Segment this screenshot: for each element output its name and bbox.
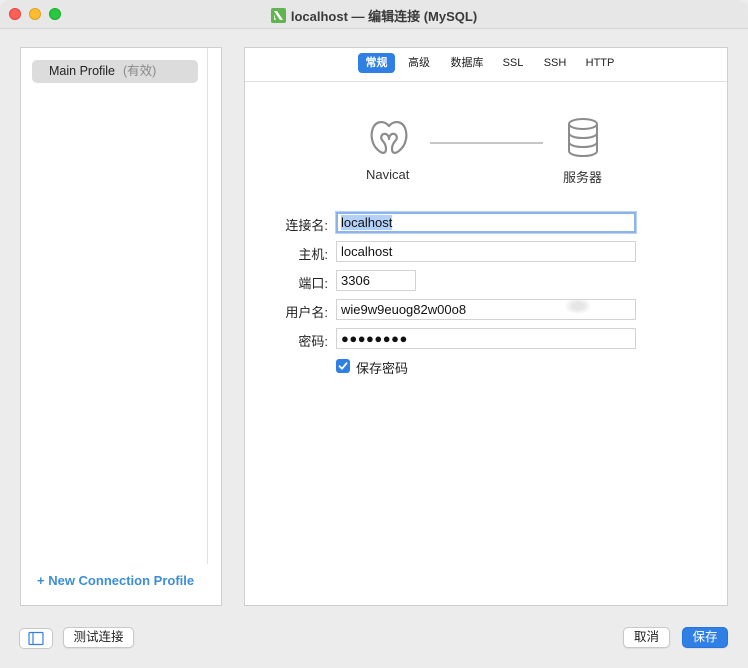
save-password-label: 保存密码 <box>356 361 409 376</box>
port-value: 3306 <box>341 273 370 288</box>
port-input[interactable]: 3306 <box>336 270 416 291</box>
sidebar-icon <box>28 631 44 646</box>
username-input[interactable]: wie9w9euog82w00o8 <box>336 299 636 320</box>
username-value: wie9w9euog82w00o8 <box>341 302 467 317</box>
navicat-app-icon <box>270 8 286 23</box>
tab-ssl[interactable]: SSL <box>498 53 528 73</box>
host-input[interactable]: localhost <box>336 241 636 262</box>
password-label: 密码: <box>298 334 328 349</box>
checkmark-icon <box>338 362 348 370</box>
window-title: localhost — 编辑连接 (MySQL) <box>290 9 478 24</box>
tab-advanced[interactable]: 高级 <box>402 53 436 73</box>
profile-item-main[interactable]: Main Profile (有效) <box>32 60 198 83</box>
connection-name-label: 连接名: <box>285 218 328 233</box>
toggle-sidebar-button[interactable] <box>19 628 53 649</box>
tab-general[interactable]: 常规 <box>358 53 395 73</box>
port-label: 端口: <box>298 276 328 291</box>
save-password-checkbox[interactable] <box>336 359 350 373</box>
connection-name-value: localhost <box>341 215 393 230</box>
tab-bar: 常规 高级 数据库 SSL SSH HTTP <box>245 48 727 82</box>
settings-panel: 常规 高级 数据库 SSL SSH HTTP Navicat 服务器 连接名: … <box>244 47 728 606</box>
sidebar-divider <box>207 48 208 564</box>
redaction-blur <box>565 300 591 314</box>
profile-name: Main Profile <box>49 64 115 78</box>
connection-name-input[interactable]: localhost <box>336 212 636 233</box>
connection-line <box>430 142 543 144</box>
new-connection-profile-link[interactable]: + New Connection Profile <box>37 573 194 588</box>
test-connection-button[interactable]: 测试连接 <box>63 627 134 648</box>
username-label: 用户名: <box>285 305 328 320</box>
navicat-logo-icon <box>370 121 408 154</box>
window-title-group: localhost — 编辑连接 (MySQL) <box>0 6 748 25</box>
host-value: localhost <box>341 244 393 259</box>
profile-status: (有效) <box>123 64 157 78</box>
tab-databases[interactable]: 数据库 <box>446 53 488 73</box>
title-bar: localhost — 编辑连接 (MySQL) <box>0 0 748 29</box>
password-input[interactable]: ●●●●●●●● <box>336 328 636 349</box>
client-label: Navicat <box>366 167 410 182</box>
password-value: ●●●●●●●● <box>341 331 408 346</box>
cancel-button[interactable]: 取消 <box>623 627 670 648</box>
tab-http[interactable]: HTTP <box>582 53 618 73</box>
host-label: 主机: <box>298 247 328 262</box>
server-label: 服务器 <box>563 170 603 185</box>
window: localhost — 编辑连接 (MySQL) Main Profile (有… <box>0 0 748 668</box>
save-button[interactable]: 保存 <box>682 627 728 648</box>
tab-ssh[interactable]: SSH <box>538 53 572 73</box>
profile-sidebar: Main Profile (有效) + New Connection Profi… <box>20 47 222 606</box>
database-icon <box>568 118 598 158</box>
